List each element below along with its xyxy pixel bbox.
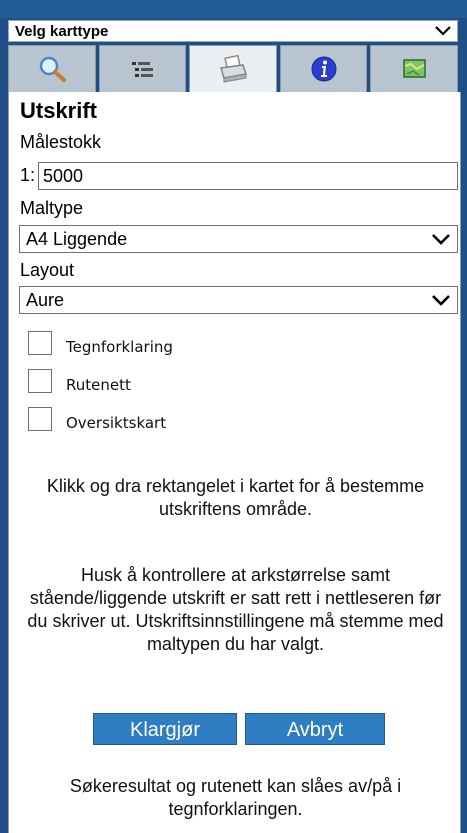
template-label: Maltype [20, 198, 84, 218]
top-strip [0, 0, 467, 18]
tab-map[interactable] [370, 45, 458, 92]
tool-tabs [8, 45, 458, 92]
info-icon [311, 56, 337, 82]
browser-note-text: Husk å kontrollere at arkstørrelse samt … [27, 565, 444, 654]
layout-label: Layout [20, 260, 75, 280]
legend-checkbox-label: Tegnforklaring [66, 338, 173, 356]
chevron-down-icon [432, 234, 450, 245]
template-select[interactable]: A4 Liggende [19, 225, 458, 253]
tab-info[interactable] [279, 45, 368, 92]
legend-icon [132, 62, 154, 77]
search-icon [39, 56, 66, 82]
footer-note-text: Søkeresultat og rutenett kan slåes av/på… [69, 776, 402, 819]
map-icon [403, 59, 426, 78]
cancel-button[interactable]: Avbryt [245, 713, 385, 745]
printer-icon [220, 54, 247, 83]
map-type-select[interactable]: Velg karttype [8, 20, 458, 42]
legend-checkbox[interactable] [28, 331, 52, 355]
instruction-text: Klikk og dra rektangelet i kartet for å … [46, 476, 425, 519]
tab-search[interactable] [8, 45, 96, 92]
scale-input[interactable] [38, 162, 458, 190]
scale-prefix: 1: [20, 165, 36, 185]
overview-checkbox[interactable] [28, 407, 52, 431]
tab-print[interactable] [189, 45, 277, 92]
overview-checkbox-label: Oversiktskart [66, 414, 167, 432]
chevron-down-icon [435, 23, 451, 39]
panel-title: Utskrift [20, 98, 98, 123]
chevron-down-icon [432, 295, 450, 306]
tab-legend[interactable] [98, 45, 187, 92]
prepare-button[interactable]: Klargjør [93, 713, 237, 745]
checkbox-row-grid[interactable]: Rutenett [28, 368, 131, 394]
layout-select[interactable]: Aure [19, 286, 458, 314]
grid-checkbox-label: Rutenett [66, 376, 131, 394]
grid-checkbox[interactable] [28, 369, 52, 393]
template-select-value: A4 Liggende [26, 228, 128, 249]
scale-label: Målestokk [20, 132, 102, 152]
print-panel: Utskrift Målestokk 1: Maltype A4 Liggend… [8, 92, 461, 833]
layout-select-value: Aure [26, 289, 65, 310]
checkbox-row-overview[interactable]: Oversiktskart [28, 406, 166, 432]
checkbox-row-legend[interactable]: Tegnforklaring [28, 330, 173, 356]
map-type-select-value: Velg karttype [15, 22, 109, 40]
